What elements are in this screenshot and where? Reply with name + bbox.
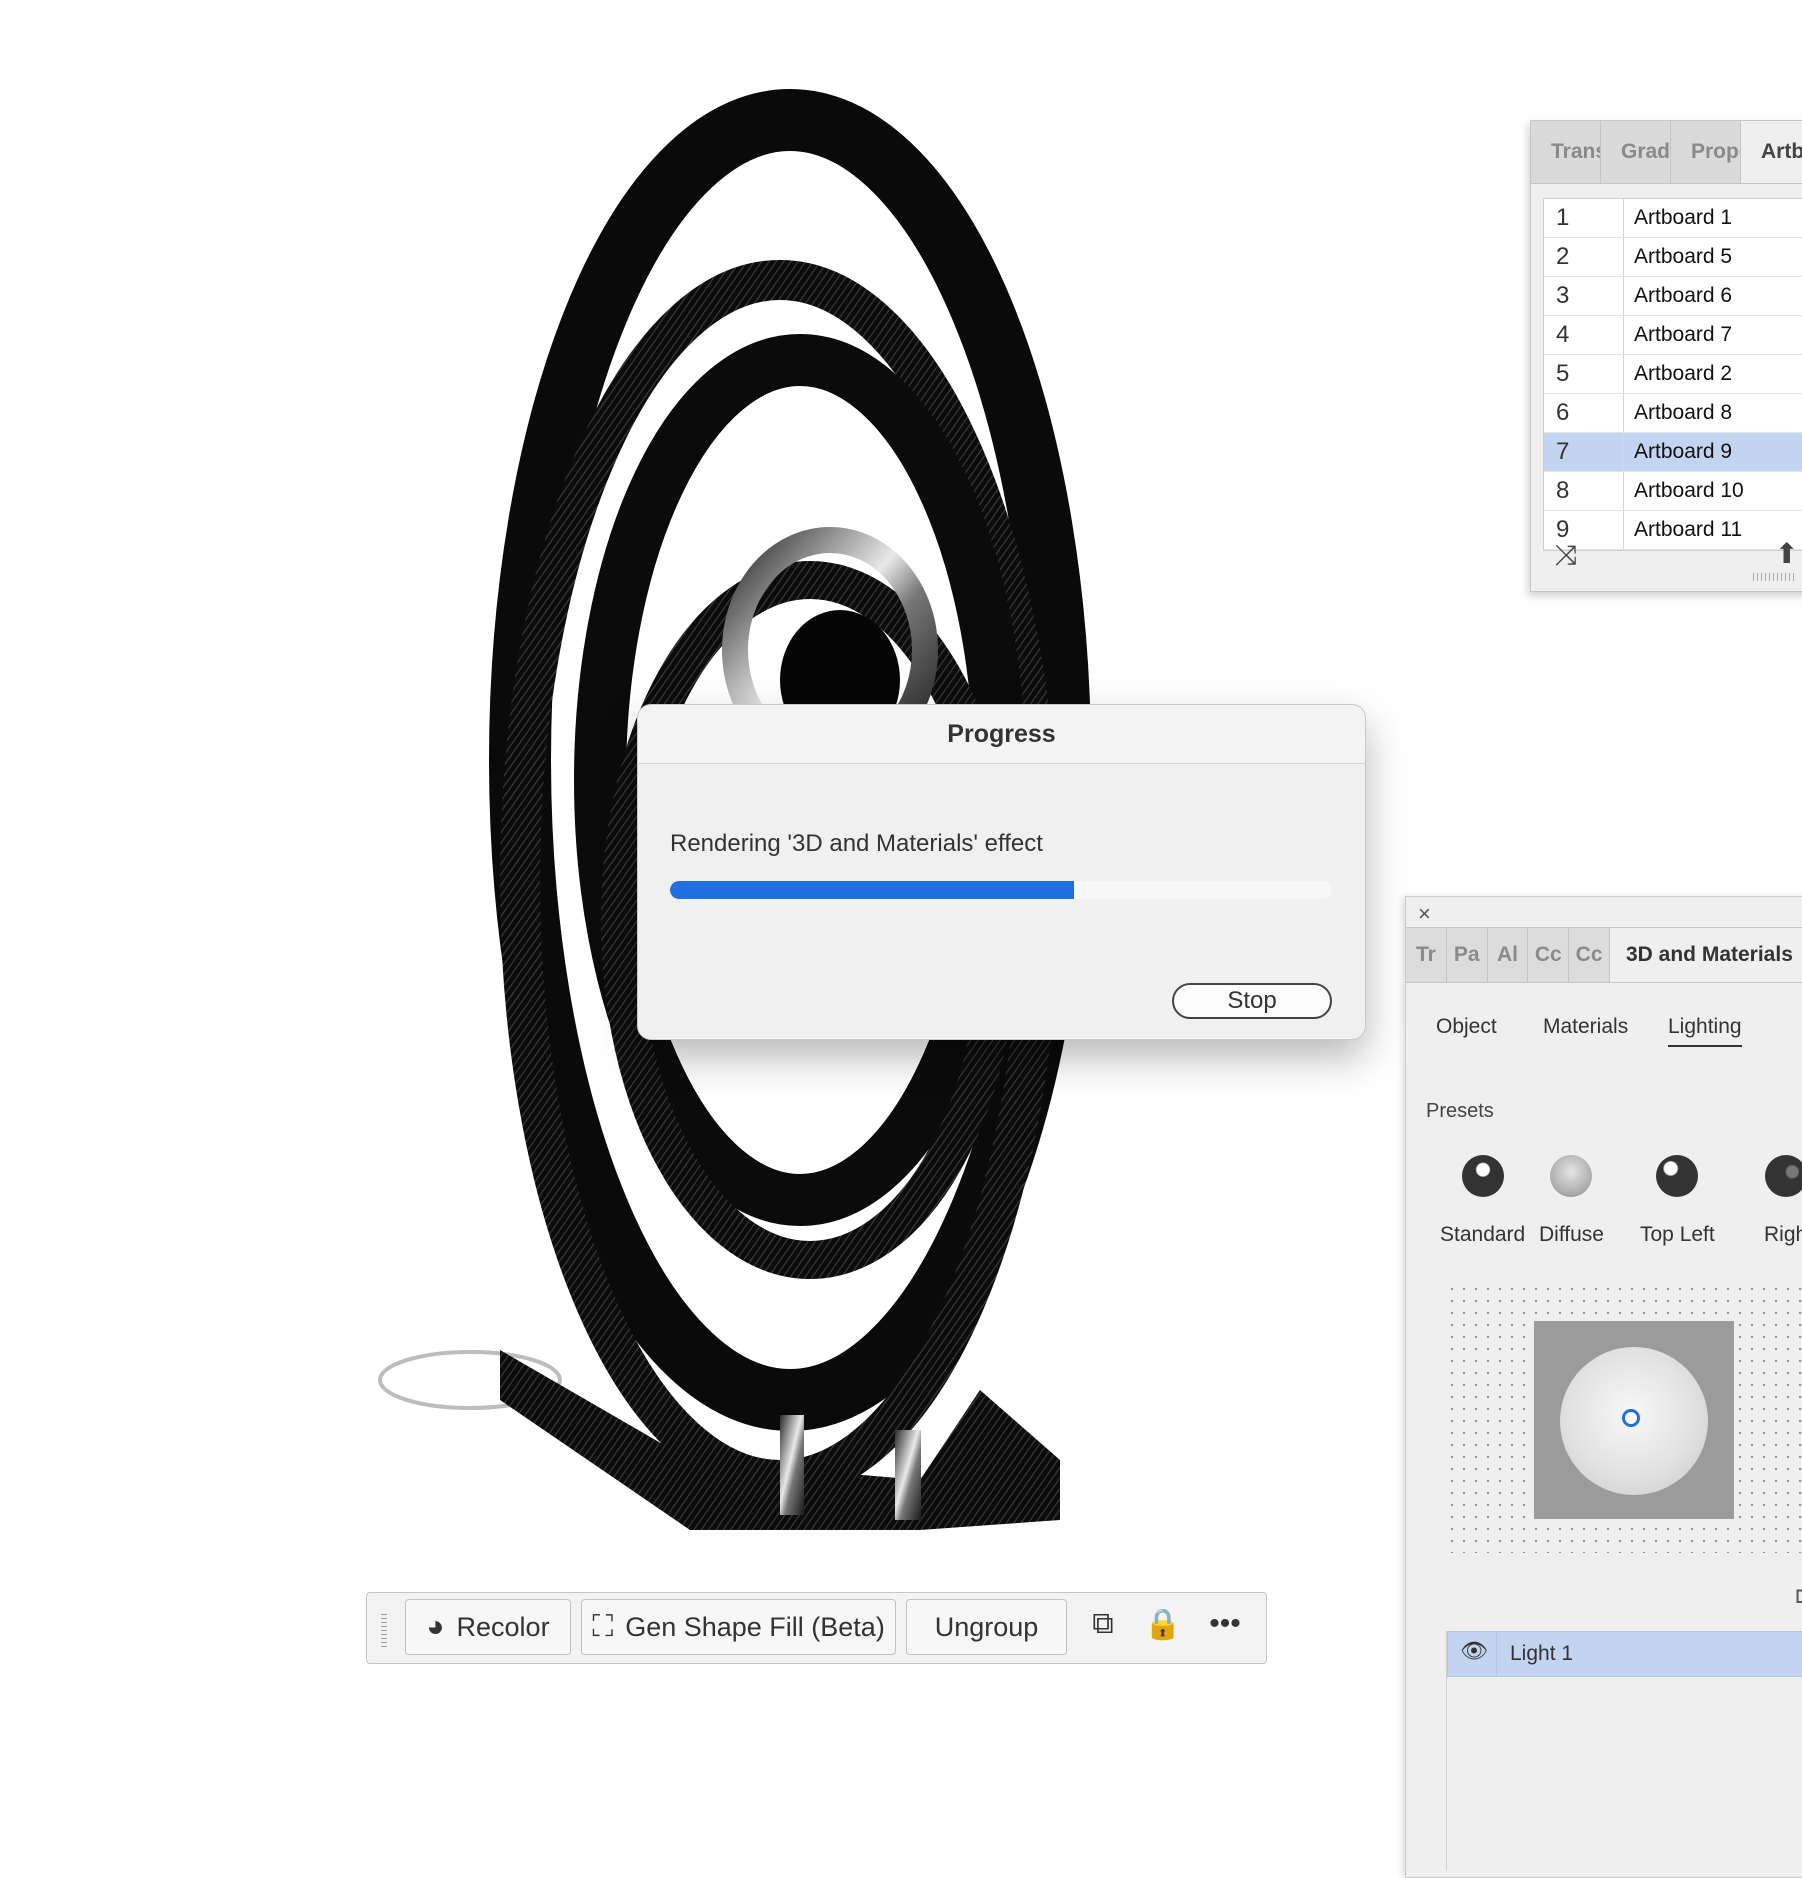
artboards-panel-tabs: Trans Gradi Prope Artb xyxy=(1531,121,1802,184)
visibility-eye-icon[interactable]: 👁 xyxy=(1460,1638,1488,1664)
artboard-number: 7 xyxy=(1544,433,1624,471)
artboard-number: 8 xyxy=(1544,472,1624,510)
gen-shape-fill-label: Gen Shape Fill (Beta) xyxy=(625,1611,885,1642)
artboard-row[interactable]: 6 Artboard 8 xyxy=(1544,394,1802,433)
progress-message: Rendering '3D and Materials' effect xyxy=(670,830,1043,857)
preset-standard-icon xyxy=(1461,1155,1504,1197)
artboard-row[interactable]: 3 Artboard 6 xyxy=(1544,277,1802,316)
preset-top-left[interactable]: Top Left xyxy=(1640,1155,1715,1247)
3d-materials-panel: × Tr Pa Al Cc Cc 3D and Materials Object… xyxy=(1405,896,1802,1878)
preset-diffuse[interactable]: Diffuse xyxy=(1539,1155,1604,1247)
preset-label: Righ xyxy=(1764,1223,1802,1246)
recolor-icon: ◕ xyxy=(426,1610,445,1643)
progress-dialog: Progress Rendering '3D and Materials' ef… xyxy=(637,704,1366,1040)
subtab-object[interactable]: Object xyxy=(1436,1015,1497,1039)
artboard-number: 1 xyxy=(1544,199,1624,237)
light-row-selected[interactable]: 👁 Light 1 xyxy=(1447,1631,1802,1677)
preset-standard[interactable]: Standard xyxy=(1440,1155,1525,1247)
tab-color[interactable]: Cc xyxy=(1528,928,1570,982)
artboard-number: 2 xyxy=(1544,238,1624,276)
more-icon[interactable]: ••• xyxy=(1205,1607,1245,1641)
artboard-name: Artboard 8 xyxy=(1634,401,1733,424)
subtab-materials[interactable]: Materials xyxy=(1543,1015,1628,1039)
artboard-row-selected[interactable]: 7 Artboard 9 xyxy=(1544,433,1802,472)
ungroup-label: Ungroup xyxy=(934,1611,1039,1642)
tab-align[interactable]: Al xyxy=(1488,928,1529,982)
gen-shape-fill-button[interactable]: ⛶ Gen Shape Fill (Beta) xyxy=(581,1599,896,1655)
preset-right-icon xyxy=(1764,1155,1802,1197)
presets-label: Presets xyxy=(1426,1100,1494,1122)
artboard-row[interactable]: 1 Artboard 1 xyxy=(1544,199,1802,238)
artboard-name: Artboard 5 xyxy=(1634,245,1733,268)
duplicate-icon[interactable]: ⧉ xyxy=(1083,1607,1123,1641)
artboard-number: 6 xyxy=(1544,394,1624,432)
ungroup-button[interactable]: Ungroup xyxy=(906,1599,1067,1655)
preset-label: Diffuse xyxy=(1539,1223,1604,1246)
preset-label: Standard xyxy=(1440,1223,1526,1246)
artboard-number: 5 xyxy=(1544,355,1624,393)
tab-transform[interactable]: Tr xyxy=(1406,928,1447,982)
add-light-icon[interactable]: ⊏ xyxy=(1794,1581,1802,1610)
tab-color-guide[interactable]: Cc xyxy=(1569,928,1610,982)
tab-3d-and-materials[interactable]: 3D and Materials xyxy=(1609,928,1802,982)
subtab-lighting[interactable]: Lighting xyxy=(1668,1015,1742,1047)
contextual-task-bar: ◕ Recolor ⛶ Gen Shape Fill (Beta) Ungrou… xyxy=(366,1592,1267,1664)
artboards-panel: Trans Gradi Prope Artb 1 Artboard 1 2 Artb… xyxy=(1530,120,1802,592)
artboard-row[interactable]: 8 Artboard 10 xyxy=(1544,472,1802,511)
tab-transform[interactable]: Trans xyxy=(1531,121,1601,183)
artboard-number: 4 xyxy=(1544,316,1624,354)
gen-shape-fill-icon: ⛶ xyxy=(592,1610,614,1643)
taskbar-grip[interactable] xyxy=(381,1611,387,1647)
tab-properties[interactable]: Prope xyxy=(1671,121,1741,183)
preset-right[interactable]: Righ xyxy=(1764,1155,1802,1247)
progress-bar xyxy=(670,881,1332,899)
preset-top-left-icon xyxy=(1656,1155,1699,1197)
light-handle[interactable] xyxy=(1622,1409,1640,1427)
materials-panel-tabs: Tr Pa Al Cc Cc 3D and Materials xyxy=(1406,927,1802,983)
artboard-row[interactable]: 2 Artboard 5 xyxy=(1544,238,1802,277)
artboard-name: Artboard 2 xyxy=(1634,362,1733,385)
close-icon[interactable]: × xyxy=(1418,901,1431,927)
preset-diffuse-icon xyxy=(1550,1155,1593,1197)
artboard-name: Artboard 7 xyxy=(1634,323,1733,346)
recolor-button[interactable]: ◕ Recolor xyxy=(405,1599,571,1655)
artboard-row[interactable]: 5 Artboard 2 xyxy=(1544,355,1802,394)
lights-list: 👁 Light 1 xyxy=(1446,1631,1802,1871)
artboard-name: Artboard 10 xyxy=(1634,479,1744,502)
rearrange-icon[interactable]: ⤨ xyxy=(1555,539,1577,572)
artboard-row[interactable]: 4 Artboard 7 xyxy=(1544,316,1802,355)
stop-button[interactable]: Stop xyxy=(1172,983,1332,1019)
preset-label: Top Left xyxy=(1640,1223,1715,1246)
light-preview[interactable] xyxy=(1534,1321,1734,1519)
tab-pathfinder[interactable]: Pa xyxy=(1447,928,1488,982)
dialog-title: Progress xyxy=(638,705,1365,764)
lock-icon[interactable]: 🔒 xyxy=(1143,1607,1183,1642)
light-name: Light 1 xyxy=(1510,1642,1574,1665)
recolor-label: Recolor xyxy=(456,1611,550,1642)
resize-grip[interactable] xyxy=(1753,573,1795,581)
artboard-name: Artboard 9 xyxy=(1634,440,1733,463)
buckle-post-left xyxy=(780,1415,804,1515)
light-row-divider xyxy=(1496,1632,1497,1676)
tab-artboards[interactable]: Artb xyxy=(1741,121,1802,183)
buckle-post-right xyxy=(895,1430,921,1520)
artboard-number: 3 xyxy=(1544,277,1624,315)
artboard-list: 1 Artboard 1 2 Artboard 5 3 Artboard 6 4 Art… xyxy=(1543,198,1802,551)
tab-gradient[interactable]: Gradi xyxy=(1601,121,1671,183)
arrow-up-icon[interactable]: ⬆ xyxy=(1775,537,1798,570)
artboard-name: Artboard 6 xyxy=(1634,284,1733,307)
artboard-name: Artboard 1 xyxy=(1634,206,1733,229)
light-sphere xyxy=(1560,1347,1708,1495)
progress-bar-fill xyxy=(670,881,1074,899)
